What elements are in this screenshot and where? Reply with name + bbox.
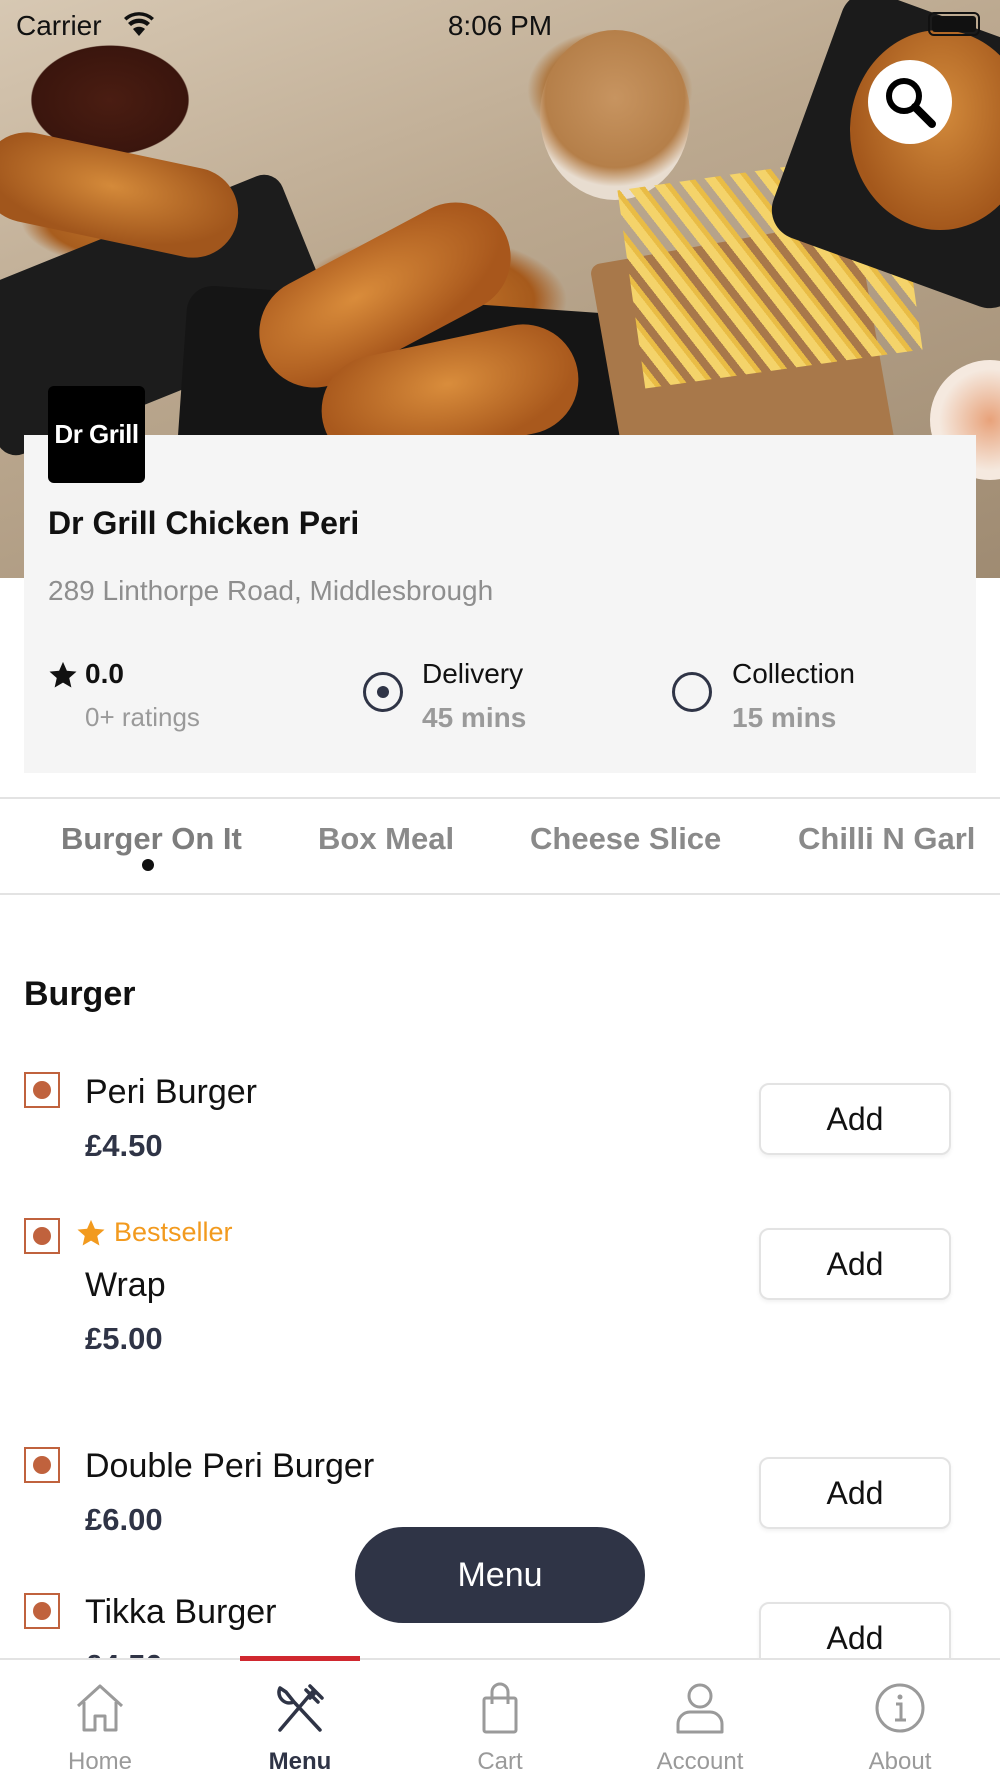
- tab-cheese-slice[interactable]: Cheese Slice: [530, 821, 721, 857]
- item-name: Peri Burger: [85, 1073, 257, 1111]
- category-tabs[interactable]: Burger On It Box Meal Cheese Slice Chill…: [0, 797, 1000, 895]
- collection-radio[interactable]: [672, 672, 712, 712]
- collection-time: 15 mins: [732, 702, 837, 733]
- nav-cart[interactable]: Cart: [400, 1660, 600, 1778]
- nav-menu[interactable]: Menu: [200, 1660, 400, 1778]
- item-name: Double Peri Burger: [85, 1447, 375, 1485]
- item-price: £6.00: [85, 1502, 163, 1537]
- add-button[interactable]: Add: [759, 1457, 951, 1529]
- nav-home[interactable]: Home: [0, 1660, 200, 1778]
- nav-about-label: About: [868, 1748, 932, 1775]
- delivery-radio[interactable]: [363, 672, 403, 712]
- item-price: £4.50: [85, 1128, 163, 1163]
- shopping-bag-icon: [482, 1682, 518, 1734]
- rating-value: 0.0: [85, 658, 124, 689]
- bottom-nav: Home Menu Cart Account About: [0, 1658, 1000, 1778]
- bestseller-badge: Bestseller: [76, 1217, 233, 1248]
- search-icon: [886, 78, 936, 128]
- ratings-count: 0+ ratings: [85, 702, 200, 732]
- user-icon: [676, 1683, 724, 1734]
- item-price: £5.00: [85, 1321, 163, 1356]
- home-icon: [76, 1684, 124, 1732]
- info-icon: [875, 1683, 925, 1733]
- veg-marker-icon: [24, 1218, 60, 1254]
- battery-icon: [928, 12, 980, 36]
- active-tab-indicator: [142, 859, 154, 871]
- menu-fab-button[interactable]: Menu: [355, 1527, 645, 1623]
- search-button[interactable]: [868, 60, 952, 144]
- store-logo: Dr Grill: [48, 386, 145, 483]
- veg-marker-icon: [24, 1447, 60, 1483]
- nav-about[interactable]: About: [800, 1660, 1000, 1778]
- add-button[interactable]: Add: [759, 1083, 951, 1155]
- veg-marker-icon: [24, 1072, 60, 1108]
- star-icon: [77, 1219, 105, 1245]
- collection-label: Collection: [732, 658, 855, 689]
- tab-box-meal[interactable]: Box Meal: [318, 821, 454, 857]
- section-title: Burger: [24, 975, 136, 1013]
- store-name: Dr Grill Chicken Peri: [48, 505, 360, 541]
- veg-marker-icon: [24, 1593, 60, 1629]
- delivery-time: 45 mins: [422, 702, 527, 733]
- tab-burger-on-it[interactable]: Burger On It: [61, 821, 242, 857]
- status-bar: Carrier 8:06 PM: [0, 0, 1000, 52]
- nav-home-label: Home: [67, 1748, 133, 1775]
- tab-chilli-n-garl[interactable]: Chilli N Garl: [798, 821, 975, 857]
- add-button[interactable]: Add: [759, 1228, 951, 1300]
- nav-cart-label: Cart: [477, 1748, 523, 1775]
- fork-knife-icon: [277, 1684, 324, 1732]
- nav-account[interactable]: Account: [600, 1660, 800, 1778]
- nav-active-indicator: [240, 1656, 360, 1661]
- nav-menu-label: Menu: [268, 1748, 332, 1775]
- item-name: Wrap: [85, 1266, 166, 1304]
- star-icon: [49, 661, 77, 688]
- bestseller-label: Bestseller: [114, 1217, 233, 1247]
- nav-account-label: Account: [656, 1748, 744, 1775]
- clock: 8:06 PM: [447, 10, 553, 41]
- item-name: Tikka Burger: [85, 1593, 277, 1631]
- store-address: 289 Linthorpe Road, Middlesbrough: [48, 575, 494, 606]
- delivery-label: Delivery: [422, 658, 524, 689]
